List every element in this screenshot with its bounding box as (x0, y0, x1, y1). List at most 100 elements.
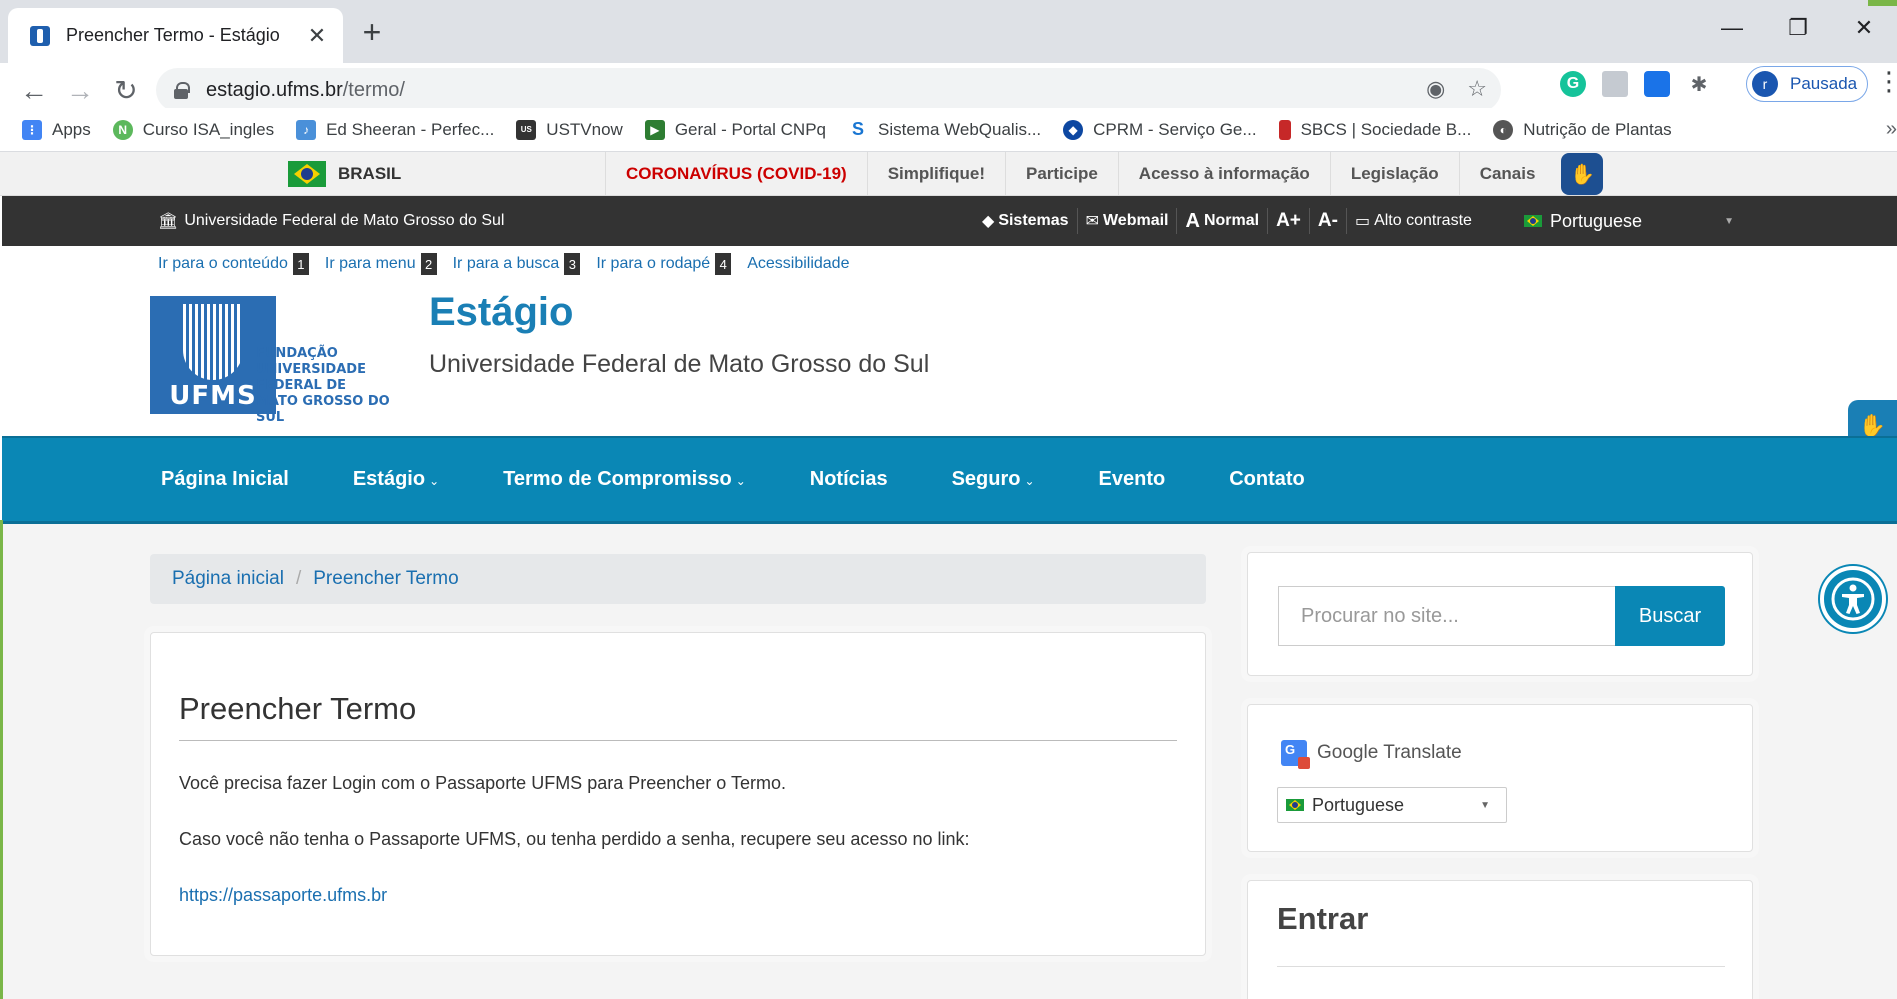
eye-slash-icon[interactable]: ◉ (1426, 76, 1445, 102)
minimize-button[interactable]: — (1699, 0, 1765, 56)
logo-line: UNIVERSIDADE (256, 362, 366, 377)
site-title[interactable]: Estágio (429, 290, 573, 335)
restore-button[interactable]: ❐ (1765, 0, 1831, 56)
translate-brand-label: Google Translate (1317, 742, 1462, 763)
bookmark-star-icon[interactable]: ☆ (1467, 76, 1487, 102)
gov-brasil-link[interactable]: BRASIL (288, 152, 401, 196)
nav-label: Notícias (809, 468, 888, 490)
bookmark-item[interactable]: N Curso ISA_ingles (112, 119, 274, 140)
nav-label: Estágio (352, 468, 426, 490)
omnibox-actions: ◉ ☆ (1426, 76, 1487, 102)
skip-to-search[interactable]: Ir para a busca 3 (453, 253, 581, 275)
access-key: 3 (564, 253, 581, 275)
google-translate-icon (1281, 740, 1310, 769)
grammarly-icon[interactable]: G (1560, 71, 1586, 97)
skip-to-menu[interactable]: Ir para menu 2 (325, 253, 437, 275)
bookmark-label: SBCS | Sociedade B... (1300, 119, 1472, 139)
ufms-logo[interactable]: UFMS FUNDAÇÃO UNIVERSIDADE FEDERAL DE MA… (150, 296, 404, 425)
back-button[interactable]: ← (12, 69, 56, 113)
gov-link-legislacao[interactable]: Legislação (1329, 152, 1459, 196)
high-contrast-button[interactable]: ▭ Alto contraste (1347, 208, 1480, 234)
nav-estagio[interactable]: Estágio ⌄ (353, 468, 439, 491)
passaporte-link[interactable]: https://passaporte.ufms.br (179, 885, 387, 906)
tool-label: Normal (1203, 212, 1260, 229)
breadcrumb-separator: / (295, 568, 302, 589)
cnpq-icon: ▶ (644, 119, 665, 140)
nav-noticias[interactable]: Notícias (810, 468, 888, 491)
ufms-home-link[interactable]: 🏛 Universidade Federal de Mato Grosso do… (158, 196, 504, 246)
bookmark-item[interactable]: ◐ Nutrição de Plantas (1493, 119, 1672, 140)
bookmark-label: USTVnow (546, 119, 623, 139)
skip-links: Ir para o conteúdo 1 Ir para menu 2 Ir par… (158, 252, 865, 276)
chevron-down-icon: ⌄ (735, 474, 746, 488)
forward-button[interactable]: → (58, 69, 102, 113)
bookmark-apps[interactable]: ⋮ Apps (22, 119, 91, 140)
breadcrumb-home[interactable]: Página inicial (172, 568, 284, 590)
bookmark-label: CPRM - Serviço Ge... (1093, 119, 1257, 139)
close-window-button[interactable]: ✕ (1831, 0, 1897, 56)
bookmark-item[interactable]: ♪ Ed Sheeran - Perfec... (296, 119, 494, 140)
url-path: /termo/ (342, 78, 405, 101)
address-bar[interactable]: estagio.ufms.br/termo/ ◉ ☆ (156, 68, 1501, 112)
skip-to-footer[interactable]: Ir para o rodapé 4 (596, 253, 732, 275)
nav-evento[interactable]: Evento (1099, 468, 1166, 491)
tool-label: Webmail (1102, 212, 1169, 229)
font-icon: A (1185, 209, 1200, 232)
logo-abbr: UFMS (169, 381, 257, 411)
profile-button[interactable]: r Pausada (1746, 66, 1868, 102)
lock-icon[interactable] (174, 82, 190, 99)
gov-link-canais[interactable]: Canais (1458, 152, 1556, 196)
close-tab-icon[interactable]: ✕ (305, 23, 329, 49)
accessibility-figure-icon (1831, 577, 1875, 621)
gov-link-acesso[interactable]: Acesso à informação (1117, 152, 1330, 196)
new-tab-button[interactable]: + (352, 12, 392, 52)
reader-icon[interactable] (1602, 71, 1628, 97)
skip-label: Ir para menu (324, 255, 416, 272)
search-input[interactable]: Procurar no site... (1278, 586, 1616, 646)
reload-button[interactable]: ↻ (104, 69, 148, 113)
nav-label: Evento (1098, 468, 1166, 490)
ufms-name: Universidade Federal de Mato Grosso do S… (184, 212, 505, 229)
nav-label: Contato (1229, 468, 1305, 490)
font-decrease-button[interactable]: A- (1310, 208, 1347, 234)
brazil-flag-icon (1286, 799, 1304, 811)
page-title: Preencher Termo (179, 691, 417, 726)
vlibras-icon[interactable]: ✋ (1561, 153, 1604, 195)
search-button[interactable]: Buscar (1615, 586, 1725, 646)
browser-menu-icon[interactable]: ⋮ (1876, 66, 1897, 97)
nav-home[interactable]: Página Inicial (161, 468, 289, 491)
accessibility-icon[interactable] (1820, 566, 1886, 632)
extension-icon[interactable] (1644, 71, 1670, 97)
webmail-link[interactable]: ✉ Webmail (1078, 208, 1178, 234)
accessibility-link[interactable]: Acessibilidade (747, 255, 849, 273)
bookmark-item[interactable]: SBCS | Sociedade B... (1278, 119, 1472, 140)
font-increase-button[interactable]: A+ (1268, 208, 1310, 234)
translate-value: Portuguese (1312, 794, 1405, 815)
skip-to-content[interactable]: Ir para o conteúdo 1 (158, 253, 309, 275)
article-card: Preencher Termo Você precisa fazer Login… (150, 632, 1206, 956)
brazil-flag-icon (1524, 215, 1542, 227)
nav-termo[interactable]: Termo de Compromisso ⌄ (503, 468, 746, 491)
url-host: estagio.ufms.br (206, 78, 343, 101)
gov-link-participe[interactable]: Participe (1004, 152, 1118, 196)
main-nav: Página Inicial Estágio ⌄ Termo de Comprom… (2, 436, 1897, 524)
tool-label: Sistemas (998, 212, 1069, 229)
browser-tab[interactable]: Preencher Termo - Estágio ✕ (8, 8, 343, 63)
language-value: Portuguese (1550, 210, 1643, 231)
puzzle-icon[interactable]: ✱ (1686, 71, 1712, 97)
nav-seguro[interactable]: Seguro ⌄ (952, 468, 1035, 491)
font-normal-button[interactable]: A Normal (1177, 208, 1269, 234)
title-divider (179, 740, 1177, 741)
gov-link-covid[interactable]: CORONAVÍRUS (COVID-19) (605, 152, 867, 196)
bookmark-item[interactable]: ▶ Geral - Portal CNPq (644, 119, 826, 140)
more-bookmarks-icon[interactable]: » (1886, 118, 1897, 141)
sistemas-link[interactable]: ◆ Sistemas (974, 208, 1078, 234)
nav-contato[interactable]: Contato (1229, 468, 1305, 491)
language-select[interactable]: Portuguese ▼ (1524, 196, 1734, 246)
bookmark-item[interactable]: ◆ CPRM - Serviço Ge... (1063, 119, 1257, 140)
translate-language-select[interactable]: Portuguese ▼ (1277, 787, 1507, 823)
bookmark-item[interactable]: US USTVnow (516, 119, 623, 140)
site-subtitle: Universidade Federal de Mato Grosso do S… (429, 350, 930, 378)
gov-link-simplifique[interactable]: Simplifique! (866, 152, 1005, 196)
bookmark-item[interactable]: S Sistema WebQualis... (848, 119, 1041, 140)
